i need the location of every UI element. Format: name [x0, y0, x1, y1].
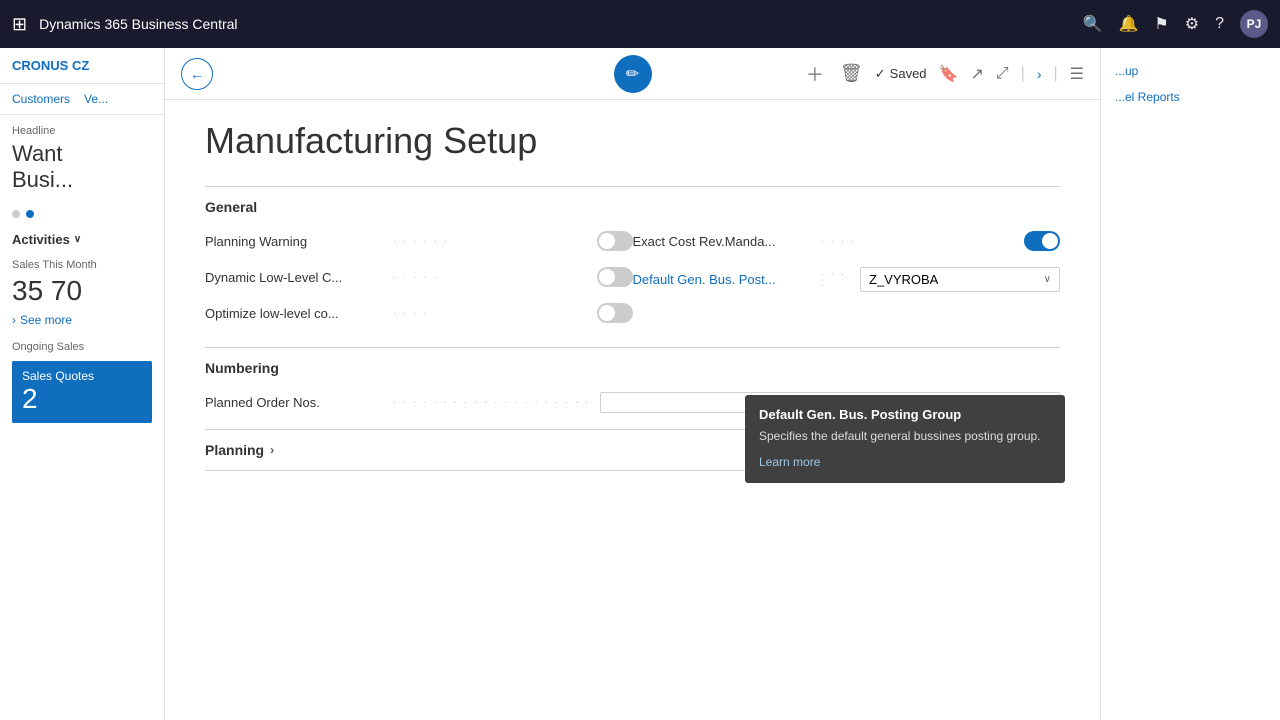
app-title: Dynamics 365 Business Central — [39, 16, 1070, 32]
toolbar-actions: ＋ 🗑 — [806, 61, 863, 87]
edit-button[interactable]: ✏ — [614, 55, 652, 93]
optimize-low-level-toggle-wrapper — [597, 303, 633, 323]
sales-quotes-number: 2 — [22, 383, 142, 415]
toolbar: ← ✏ ＋ 🗑 ✓ Saved 🔖 ↗ ⤢ | › | ☰ — [165, 48, 1100, 100]
expand-icon[interactable]: ⤢ — [996, 65, 1009, 83]
right-column: Exact Cost Rev.Manda... · · · · Default … — [633, 223, 1061, 331]
sales-this-month-label: Sales This Month — [0, 255, 164, 275]
default-gen-bus-select[interactable]: Z_VYROBA ∨ — [860, 267, 1060, 292]
general-form-grid: Planning Warning · · · · · · Dynamic Low… — [205, 223, 1060, 331]
saved-check-icon: ✓ — [875, 66, 886, 82]
tooltip-description: Specifies the default general bussines p… — [759, 428, 1051, 445]
optimize-low-level-toggle[interactable] — [597, 303, 633, 323]
sidebar-nav: Customers Ve... — [0, 84, 164, 115]
activities-section[interactable]: Activities ∨ — [0, 224, 164, 255]
dynamic-low-level-toggle[interactable] — [597, 267, 633, 287]
dot-2[interactable] — [26, 210, 34, 218]
grid-icon[interactable]: ⊞ — [12, 14, 27, 35]
delete-button[interactable]: 🗑 — [840, 63, 863, 84]
exact-cost-row: Exact Cost Rev.Manda... · · · · — [633, 223, 1061, 259]
right-panel: ...up ...el Reports — [1100, 48, 1280, 720]
exact-cost-dots: · · · · — [821, 236, 1017, 247]
flag-icon[interactable]: ⚑ — [1154, 14, 1168, 34]
exact-cost-toggle[interactable] — [1024, 231, 1060, 251]
planning-warning-toggle[interactable] — [597, 231, 633, 251]
more-pages-icon[interactable]: › — [1037, 66, 1042, 82]
sidebar-item-ve[interactable]: Ve... — [80, 90, 112, 108]
headline-line2: Busi... — [12, 167, 73, 192]
optimize-low-level-label: Optimize low-level co... — [205, 306, 385, 321]
right-panel-link-2[interactable]: ...el Reports — [1101, 84, 1280, 110]
topbar-icons: 🔍 🔔 ⚑ ⚙ ? PJ — [1083, 10, 1268, 38]
planning-expand-icon: › — [270, 443, 274, 457]
dynamic-low-level-row: Dynamic Low-Level C... · · · · · — [205, 259, 633, 295]
optimize-low-level-dots: · · · · — [393, 308, 589, 319]
page-content: Manufacturing Setup General Planning War… — [165, 100, 1100, 720]
saved-label: Saved — [890, 66, 927, 81]
planned-order-nos-dots: · · · · · · · · · · · · · · · · · · · · — [393, 397, 592, 408]
left-column: Planning Warning · · · · · · Dynamic Low… — [205, 223, 633, 331]
sidebar-item-customers[interactable]: Customers — [8, 90, 74, 108]
see-more-text: See more — [20, 313, 72, 327]
toolbar-right-icons: 🔖 ↗ ⤢ — [939, 64, 1009, 84]
activities-label: Activities — [12, 232, 70, 247]
bookmark-icon[interactable]: 🔖 — [939, 64, 959, 84]
numbering-section-title: Numbering — [205, 348, 1060, 384]
see-more-chevron: › — [12, 313, 16, 327]
carousel-dots — [0, 204, 164, 224]
saved-status: ✓ Saved — [875, 66, 927, 82]
menu-icon[interactable]: ☰ — [1070, 64, 1084, 84]
activities-chevron: ∨ — [74, 234, 81, 245]
optimize-low-level-row: Optimize low-level co... · · · · — [205, 295, 633, 331]
sales-number: 35 70 — [0, 275, 164, 307]
planning-warning-label: Planning Warning — [205, 234, 385, 249]
planning-label: Planning — [205, 442, 264, 458]
default-gen-bus-dots: · · · · — [821, 269, 853, 291]
tooltip-learn-more[interactable]: Learn more — [759, 455, 820, 469]
default-gen-bus-label[interactable]: Default Gen. Bus. Post... — [633, 272, 813, 287]
main-layout: CRONUS CZ Customers Ve... Headline Want … — [0, 48, 1280, 720]
planning-warning-row: Planning Warning · · · · · · — [205, 223, 633, 259]
tooltip-box: Default Gen. Bus. Posting Group Specifie… — [745, 395, 1065, 483]
sales-quotes-card[interactable]: Sales Quotes 2 — [12, 361, 152, 423]
company-name[interactable]: CRONUS CZ — [0, 48, 164, 84]
dot-1[interactable] — [12, 210, 20, 218]
right-panel-link-1[interactable]: ...up — [1101, 58, 1280, 84]
sales-quotes-label: Sales Quotes — [22, 369, 142, 383]
ongoing-sales-label: Ongoing Sales — [0, 333, 164, 357]
tooltip-title: Default Gen. Bus. Posting Group — [759, 407, 1051, 422]
dynamic-low-level-label: Dynamic Low-Level C... — [205, 270, 385, 285]
dynamic-low-level-toggle-wrapper — [597, 267, 633, 287]
add-button[interactable]: ＋ — [806, 61, 824, 87]
exact-cost-toggle-wrapper — [1024, 231, 1060, 251]
open-icon[interactable]: ↗ — [970, 64, 983, 84]
general-section-title: General — [205, 187, 1060, 223]
sidebar-headline-section: Headline Want Busi... — [0, 115, 164, 204]
headline-text: Want Busi... — [12, 141, 152, 194]
headline-line1: Want — [12, 141, 63, 166]
settings-icon[interactable]: ⚙ — [1185, 14, 1199, 34]
default-gen-bus-value: Z_VYROBA — [869, 272, 938, 287]
planned-order-nos-label: Planned Order Nos. — [205, 395, 385, 410]
topbar: ⊞ Dynamics 365 Business Central 🔍 🔔 ⚑ ⚙ … — [0, 0, 1280, 48]
headline-label: Headline — [12, 125, 152, 137]
sidebar: CRONUS CZ Customers Ve... Headline Want … — [0, 48, 165, 720]
exact-cost-label: Exact Cost Rev.Manda... — [633, 234, 813, 249]
page-title: Manufacturing Setup — [205, 120, 1060, 162]
dynamic-low-level-dots: · · · · · — [393, 272, 589, 283]
help-icon[interactable]: ? — [1215, 15, 1224, 33]
default-gen-bus-row: Default Gen. Bus. Post... · · · · Z_VYRO… — [633, 259, 1061, 300]
bell-icon[interactable]: 🔔 — [1118, 14, 1138, 34]
user-avatar[interactable]: PJ — [1240, 10, 1268, 38]
content-area: ← ✏ ＋ 🗑 ✓ Saved 🔖 ↗ ⤢ | › | ☰ Manu — [165, 48, 1100, 720]
see-more-link[interactable]: › See more — [0, 307, 164, 333]
search-icon[interactable]: 🔍 — [1083, 14, 1103, 34]
planning-warning-dots: · · · · · · — [393, 236, 589, 247]
back-button[interactable]: ← — [181, 58, 213, 90]
default-gen-bus-chevron: ∨ — [1044, 274, 1051, 285]
planning-warning-toggle-wrapper — [597, 231, 633, 251]
